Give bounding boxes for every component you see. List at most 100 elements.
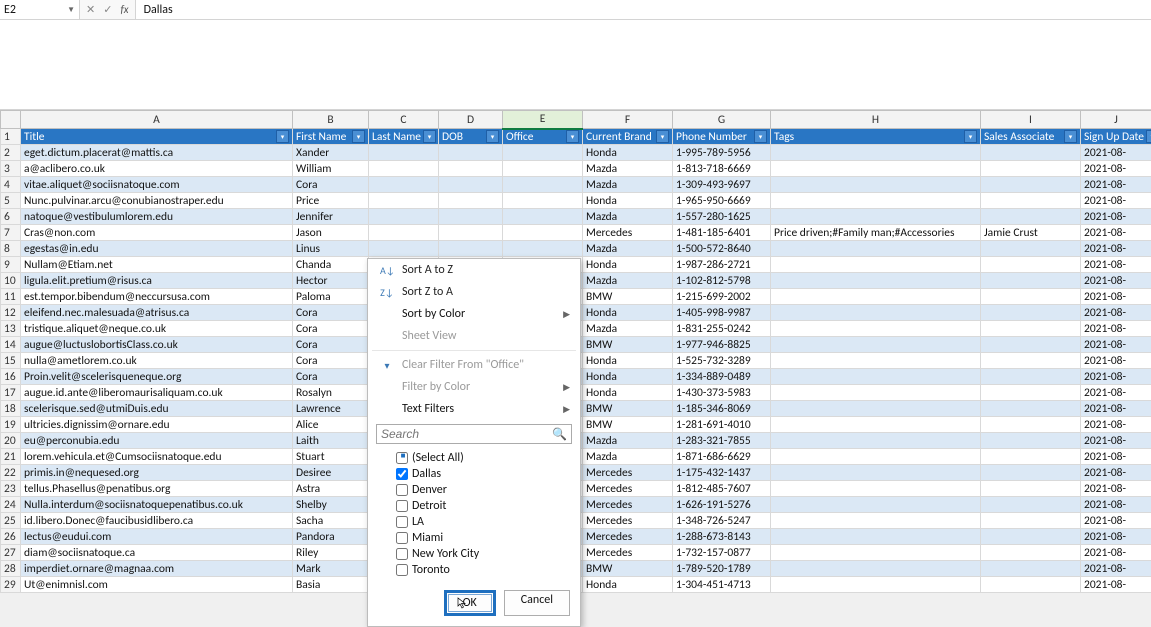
cancel-button[interactable]: Cancel [504,590,570,616]
cell[interactable] [771,577,981,593]
cell[interactable]: Mercedes [583,225,673,241]
row-header-1[interactable]: 1 [1,129,21,145]
cell[interactable] [771,401,981,417]
cell[interactable] [981,513,1081,529]
filter-checkbox[interactable] [396,484,408,496]
cell[interactable] [771,433,981,449]
cell[interactable]: BMW [583,337,673,353]
cell[interactable] [771,289,981,305]
cell[interactable]: 1-304-451-4713 [673,577,771,593]
worksheet-grid[interactable]: ABCDEFGHIJ1Title▾First Name▾Last Name▾DO… [0,110,1151,593]
cell[interactable]: Chanda [293,257,369,273]
filter-button-icon[interactable]: ▾ [352,130,365,143]
filter-button-icon[interactable]: ▾ [754,130,767,143]
cell[interactable]: Laith [293,433,369,449]
cell[interactable]: a@aclibero.co.uk [21,161,293,177]
cell[interactable] [981,209,1081,225]
cell[interactable]: Cora [293,177,369,193]
cell[interactable]: 1-309-493-9697 [673,177,771,193]
cell[interactable]: Mazda [583,273,673,289]
cell[interactable]: 2021-08- [1081,545,1151,561]
cell[interactable]: Hector [293,273,369,289]
cell[interactable] [771,193,981,209]
cell[interactable] [369,161,439,177]
column-header-C[interactable]: C [369,111,439,129]
cell[interactable] [369,177,439,193]
cell[interactable]: tristique.aliquet@neque.co.uk [21,321,293,337]
select-all-corner[interactable] [1,111,21,129]
row-header-11[interactable]: 11 [1,289,21,305]
cell[interactable]: lorem.vehicula.et@Cumsociisnatoque.edu [21,449,293,465]
cell[interactable]: Proin.velit@scelerisqueneque.org [21,369,293,385]
cell[interactable]: 1-977-946-8825 [673,337,771,353]
cell[interactable]: 1-283-321-7855 [673,433,771,449]
cell[interactable]: Linus [293,241,369,257]
filter-button-icon[interactable]: ▾ [566,130,579,143]
cell[interactable]: 1-215-699-2002 [673,289,771,305]
fx-icon[interactable]: fx [120,3,128,16]
cell[interactable]: Mazda [583,241,673,257]
ok-button[interactable]: OK [444,590,496,616]
row-header-7[interactable]: 7 [1,225,21,241]
cell[interactable] [771,545,981,561]
cell[interactable]: tellus.Phasellus@penatibus.org [21,481,293,497]
cell[interactable]: augue@luctuslobortisClass.co.uk [21,337,293,353]
cell[interactable] [439,177,503,193]
cell[interactable]: Cora [293,321,369,337]
row-header-27[interactable]: 27 [1,545,21,561]
cell[interactable]: 2021-08- [1081,145,1151,161]
cell[interactable] [503,209,583,225]
row-header-26[interactable]: 26 [1,529,21,545]
cell[interactable]: Nullam@Etiam.net [21,257,293,273]
cell[interactable]: Mercedes [583,545,673,561]
cell[interactable]: Alice [293,417,369,433]
cell[interactable]: Mercedes [583,497,673,513]
formula-bar-expanded[interactable] [0,20,1151,110]
cell[interactable] [771,145,981,161]
cell[interactable] [981,465,1081,481]
cell[interactable]: Rosalyn [293,385,369,401]
cell[interactable] [439,241,503,257]
confirm-icon[interactable]: ✓ [103,3,112,16]
cell[interactable] [981,433,1081,449]
cell[interactable]: 1-288-673-8143 [673,529,771,545]
row-header-19[interactable]: 19 [1,417,21,433]
row-header-13[interactable]: 13 [1,321,21,337]
cell[interactable] [771,209,981,225]
filter-button-icon[interactable]: ▾ [423,130,436,143]
cell[interactable] [369,145,439,161]
row-header-9[interactable]: 9 [1,257,21,273]
row-header-5[interactable]: 5 [1,193,21,209]
cell[interactable]: 1-732-157-0877 [673,545,771,561]
cell[interactable] [771,481,981,497]
cell[interactable] [369,193,439,209]
cell[interactable]: Cora [293,337,369,353]
cell[interactable]: 2021-08- [1081,273,1151,289]
name-box[interactable]: E2 ▼ [0,0,80,19]
row-header-18[interactable]: 18 [1,401,21,417]
cell[interactable]: Mazda [583,161,673,177]
cell[interactable]: eu@perconubia.edu [21,433,293,449]
name-box-dropdown-icon[interactable]: ▼ [67,5,75,15]
cell[interactable] [369,241,439,257]
cell[interactable] [981,561,1081,577]
cell[interactable]: BMW [583,417,673,433]
cancel-icon[interactable]: ✕ [86,3,95,16]
cell[interactable] [771,369,981,385]
row-header-25[interactable]: 25 [1,513,21,529]
cell[interactable]: 2021-08- [1081,241,1151,257]
cell[interactable]: 2021-08- [1081,465,1151,481]
cell[interactable]: Cora [293,305,369,321]
filter-checkbox[interactable] [396,516,408,528]
cell[interactable]: 1-557-280-1625 [673,209,771,225]
column-header-F[interactable]: F [583,111,673,129]
cell[interactable]: 2021-08- [1081,193,1151,209]
cell[interactable]: 1-987-286-2721 [673,257,771,273]
column-header-cell[interactable]: DOB▾ [439,129,503,145]
cell[interactable] [771,273,981,289]
column-header-B[interactable]: B [293,111,369,129]
column-header-D[interactable]: D [439,111,503,129]
filter-button-icon[interactable]: ▾ [276,130,289,143]
cell[interactable]: est.tempor.bibendum@neccursusa.com [21,289,293,305]
cell[interactable]: 2021-08- [1081,385,1151,401]
